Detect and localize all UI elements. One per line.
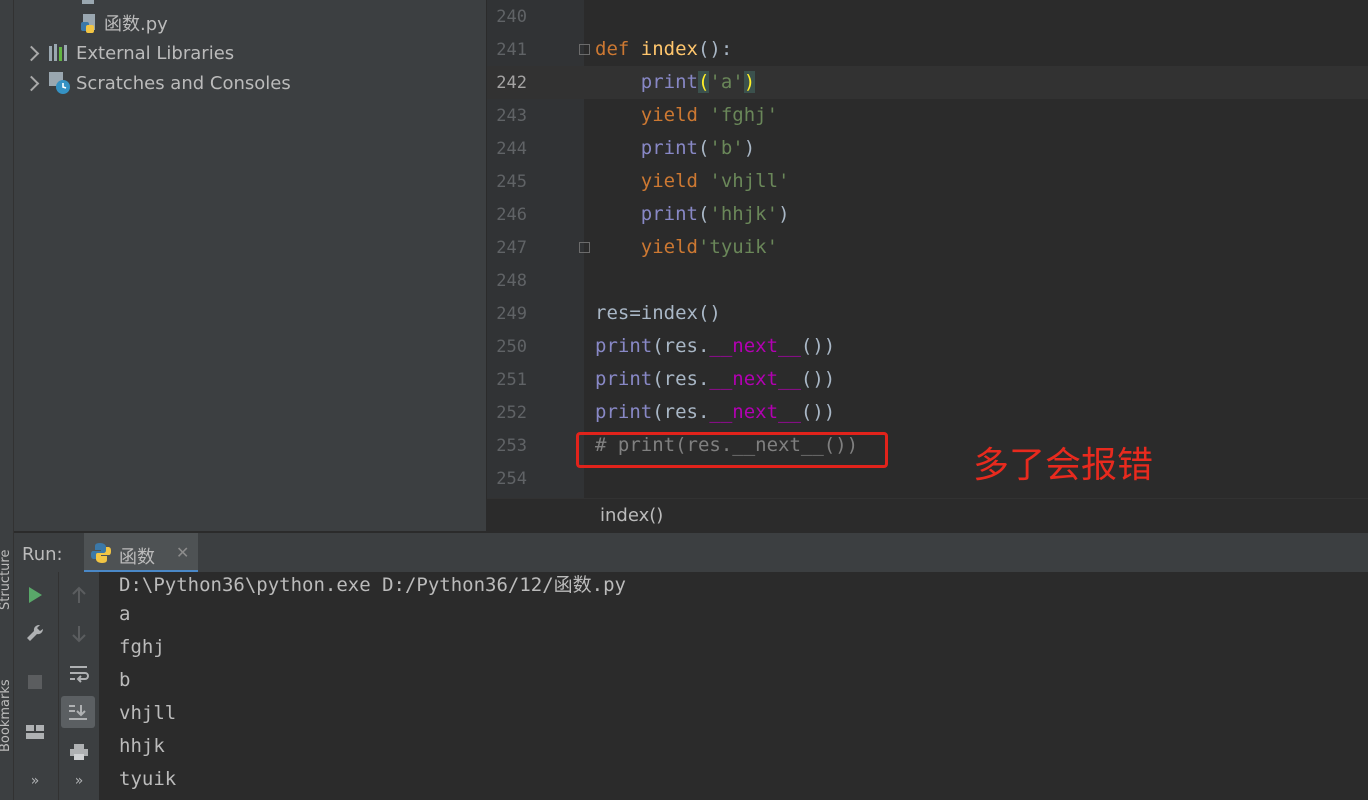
console-line: a [119,603,131,625]
rerun-button[interactable] [19,579,51,611]
scroll-up-button[interactable] [63,579,95,611]
line-number-current: 242 [496,73,527,93]
code-line-244: print('b') [640,137,756,159]
tree-item-label: 函数.py [104,14,168,35]
fold-marker-icon[interactable] [579,44,590,55]
console-line: b [119,669,131,691]
run-label: Run: [22,544,63,565]
soft-wrap-button[interactable] [63,658,95,690]
line-number: 251 [496,370,527,390]
play-icon [29,587,42,603]
soft-wrap-icon [70,666,89,683]
layout-icon [26,725,44,739]
tree-item-scratches-and-consoles[interactable]: Scratches and Consoles [23,68,291,98]
run-panel-header: Run: 函数 ✕ [14,532,1368,573]
console-line: tyuik [119,768,177,790]
tree-item-external-libraries[interactable]: External Libraries [23,38,235,68]
tree-item-label: Scratches and Consoles [76,72,291,94]
line-number: 241 [496,40,527,60]
code-line-242: print('a') [640,71,756,93]
scroll-to-end-button[interactable] [61,696,95,728]
scroll-down-button[interactable] [63,618,95,650]
line-number: 248 [496,271,527,291]
line-number: 254 [496,469,527,489]
line-number: 249 [496,304,527,324]
arrow-down-icon [72,626,86,643]
line-number: 252 [496,403,527,423]
run-tab-title: 函数 [119,547,155,568]
line-number: 253 [496,436,527,456]
line-number: 240 [496,7,527,27]
run-tab[interactable]: 函数 ✕ [84,533,198,573]
print-button[interactable] [63,736,95,768]
annotation-highlight-box [576,432,888,468]
editor-breadcrumb-bar: index() [487,498,1368,532]
python-icon [91,543,111,563]
arrow-up-icon [72,586,86,603]
settings-button[interactable] [19,617,51,649]
line-number: 246 [496,205,527,225]
code-line-245: yield 'vhjll' [640,170,790,192]
project-tree: 函数.py External Libraries Scratches and C… [14,0,486,531]
line-number: 250 [496,337,527,357]
file-icon-partial [82,0,94,4]
tree-item-label: External Libraries [76,42,235,64]
printer-icon [70,744,88,760]
more-tools-button[interactable]: » [19,765,51,797]
structure-tab[interactable]: Structure [0,550,13,610]
scratches-icon [49,72,70,94]
more-tools-button[interactable]: » [63,765,95,797]
run-toolbar-primary: » [14,572,58,800]
code-line-241: def index(): [595,38,733,60]
close-icon[interactable]: ✕ [176,543,189,562]
left-tool-strip: Structure Bookmarks [0,0,14,800]
console-output[interactable] [99,572,1368,800]
line-number: 243 [496,106,527,126]
console-line: D:\Python36\python.exe D:/Python36/12/函数… [119,574,626,596]
line-number: 245 [496,172,527,192]
code-line-246: print('hhjk') [640,203,790,225]
console-line: fghj [119,636,165,658]
console-line: hhjk [119,735,165,757]
tree-item-functions-py[interactable]: 函数.py [80,8,168,38]
bookmarks-tab[interactable]: Bookmarks [0,679,13,752]
line-number: 247 [496,238,527,258]
stop-button[interactable] [19,666,51,698]
code-line-252: print(res.__next__()) [595,401,836,423]
wrench-icon [27,624,44,641]
python-file-icon [81,14,95,33]
library-icon [49,44,67,61]
code-line-249: res=index() [595,302,721,324]
stop-icon [28,675,42,689]
code-line-247: yield'tyuik' [640,236,779,258]
annotation-text: 多了会报错 [973,445,1154,486]
console-line: vhjll [119,702,177,724]
breadcrumb[interactable]: index() [600,505,663,526]
line-number: 244 [496,139,527,159]
run-toolbar-secondary: » [58,572,99,800]
scroll-to-end-icon [69,705,87,720]
layout-button[interactable] [19,716,51,748]
code-line-243: yield 'fghj' [640,104,779,126]
code-line-251: print(res.__next__()) [595,368,836,390]
fold-marker-icon[interactable] [579,242,590,253]
chevron-right-icon[interactable] [23,75,40,92]
code-line-250: print(res.__next__()) [595,335,836,357]
chevron-right-icon[interactable] [23,45,40,62]
